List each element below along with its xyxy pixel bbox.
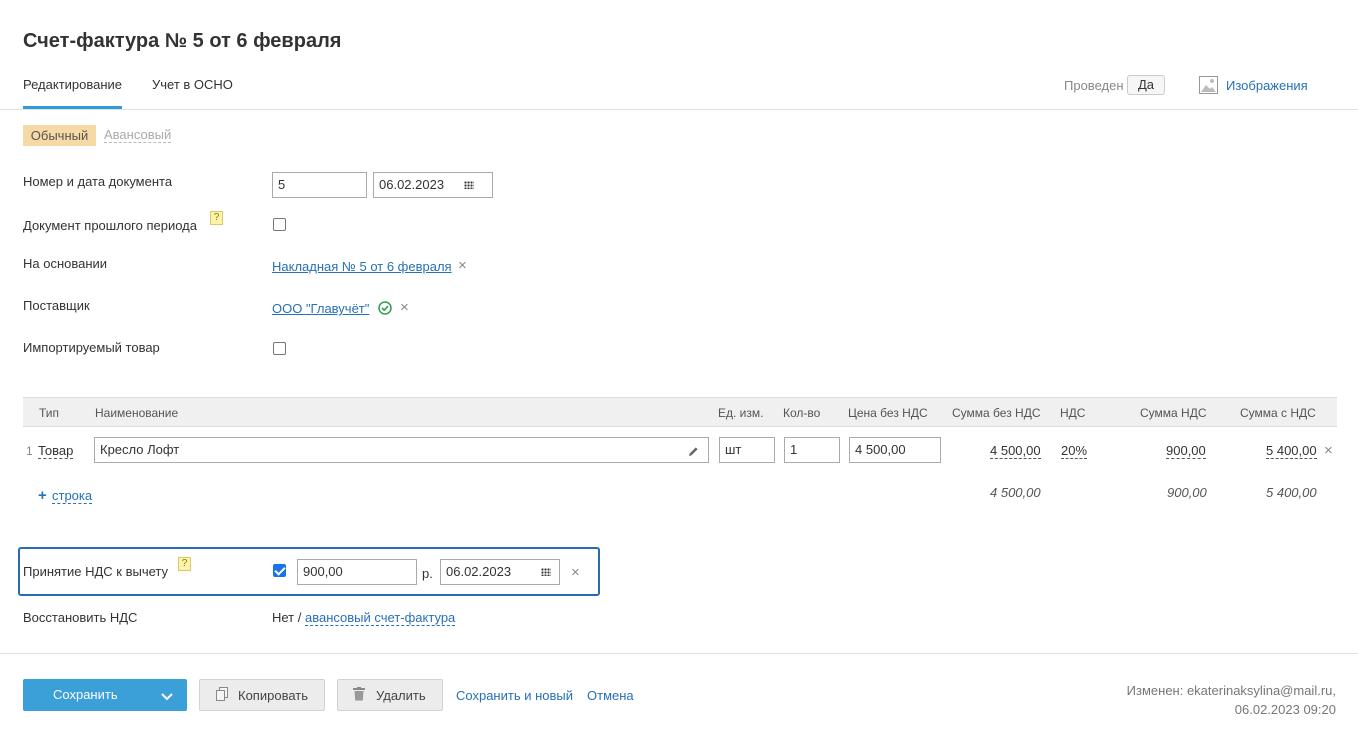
row-index: 1 (26, 444, 33, 458)
total-sum-with-vat: 5 400,00 (1266, 485, 1317, 500)
save-button[interactable]: Сохранить (23, 679, 187, 711)
imported-label: Импортируемый товар (23, 340, 160, 355)
clear-supplier-icon[interactable]: × (400, 300, 409, 315)
footer-divider (0, 653, 1358, 654)
advance-invoice-link[interactable]: авансовый счет-фактура (305, 610, 456, 626)
table-header: Тип Наименование Ед. изм. Кол-во Цена бе… (23, 397, 1337, 427)
calendar-icon[interactable] (541, 568, 551, 576)
verified-check-icon (378, 301, 392, 315)
basis-label: На основании (23, 256, 108, 271)
col-qty: Кол-во (783, 406, 821, 420)
pencil-icon[interactable] (688, 445, 699, 456)
row-vat-rate[interactable]: 20% (1061, 443, 1088, 459)
posted-toggle[interactable]: Да (1127, 75, 1165, 95)
doc-number-input[interactable]: 5 (272, 172, 367, 198)
total-sum-no-vat: 4 500,00 (990, 485, 1041, 500)
clear-vat-icon[interactable]: × (571, 565, 580, 580)
posted-label: Проведен (1064, 78, 1124, 93)
supplier-label: Поставщик (23, 298, 90, 313)
row-price-input[interactable]: 4 500,00 (849, 437, 941, 463)
doc-date-value: 06.02.2023 (379, 177, 445, 192)
copy-label: Копировать (238, 688, 308, 703)
imported-checkbox[interactable] (273, 342, 286, 355)
row-unit-input[interactable]: шт (719, 437, 775, 463)
vat-date-value: 06.02.2023 (446, 564, 512, 579)
doc-number-label: Номер и дата документа (23, 174, 173, 189)
plus-icon[interactable]: + (38, 487, 47, 504)
page-title: Счет-фактура № 5 от 6 февраля (23, 30, 342, 52)
prev-period-label: Документ прошлого периода (23, 218, 197, 233)
total-vat-sum: 900,00 (1167, 485, 1207, 500)
trash-icon (353, 687, 365, 701)
change-info: Изменен: ekaterinaksylina@mail.ru, 06.02… (1127, 681, 1336, 719)
col-unit: Ед. изм. (718, 406, 764, 420)
help-icon[interactable]: ? (210, 211, 223, 225)
changed-by: Изменен: ekaterinaksylina@mail.ru, (1126, 683, 1336, 698)
add-row-link[interactable]: строка (52, 488, 93, 504)
save-and-new-link[interactable]: Сохранить и новый (456, 688, 573, 703)
image-icon[interactable] (1199, 76, 1218, 94)
row-type[interactable]: Товар (38, 443, 74, 459)
type-advance[interactable]: Авансовый (104, 128, 172, 143)
type-regular[interactable]: Обычный (23, 125, 96, 146)
col-name: Наименование (95, 406, 179, 420)
tab-editing[interactable]: Редактирование (23, 77, 122, 92)
copy-button[interactable]: Копировать (199, 679, 325, 711)
row-sum-no-vat[interactable]: 4 500,00 (990, 443, 1041, 459)
vat-deduction-label: Принятие НДС к вычету (23, 564, 169, 579)
currency-label: р. (422, 566, 433, 581)
cancel-link[interactable]: Отмена (587, 688, 634, 703)
delete-row-icon[interactable]: × (1324, 443, 1333, 458)
vat-deduction-checkbox[interactable] (273, 564, 286, 577)
col-vat-sum: Сумма НДС (1140, 406, 1207, 420)
basis-link[interactable]: Накладная № 5 от 6 февраля (272, 259, 452, 274)
col-vat: НДС (1060, 406, 1086, 420)
row-qty-input[interactable]: 1 (784, 437, 840, 463)
changed-at: 06.02.2023 09:20 (1234, 702, 1336, 717)
row-name-value: Кресло Лофт (100, 442, 180, 457)
header-divider (0, 109, 1358, 110)
col-sum-with-vat: Сумма с НДС (1240, 406, 1316, 420)
vat-amount-input[interactable]: 900,00 (297, 559, 417, 585)
clear-basis-icon[interactable]: × (458, 258, 467, 273)
row-sum-with-vat[interactable]: 5 400,00 (1266, 443, 1317, 459)
row-name-input[interactable]: Кресло Лофт (94, 437, 709, 463)
images-link[interactable]: Изображения (1226, 78, 1308, 93)
col-price: Цена без НДС (848, 406, 928, 420)
vat-help-icon[interactable]: ? (178, 557, 191, 571)
supplier-link[interactable]: ООО "Главучёт" (272, 301, 369, 316)
doc-date-input[interactable]: 06.02.2023 (373, 172, 493, 198)
copy-icon (216, 687, 228, 701)
col-sum-no-vat: Сумма без НДС (952, 406, 1041, 420)
chevron-down-icon[interactable] (161, 689, 173, 701)
save-label: Сохранить (53, 687, 118, 702)
col-type: Тип (39, 406, 60, 420)
row-vat-sum[interactable]: 900,00 (1166, 443, 1206, 459)
prev-period-checkbox[interactable] (273, 218, 286, 231)
restore-vat-value: Нет / (272, 610, 302, 625)
calendar-icon[interactable] (464, 181, 474, 189)
tab-osno[interactable]: Учет в ОСНО (152, 77, 233, 92)
restore-vat-label: Восстановить НДС (23, 610, 138, 625)
delete-button[interactable]: Удалить (337, 679, 443, 711)
delete-label: Удалить (376, 688, 426, 703)
